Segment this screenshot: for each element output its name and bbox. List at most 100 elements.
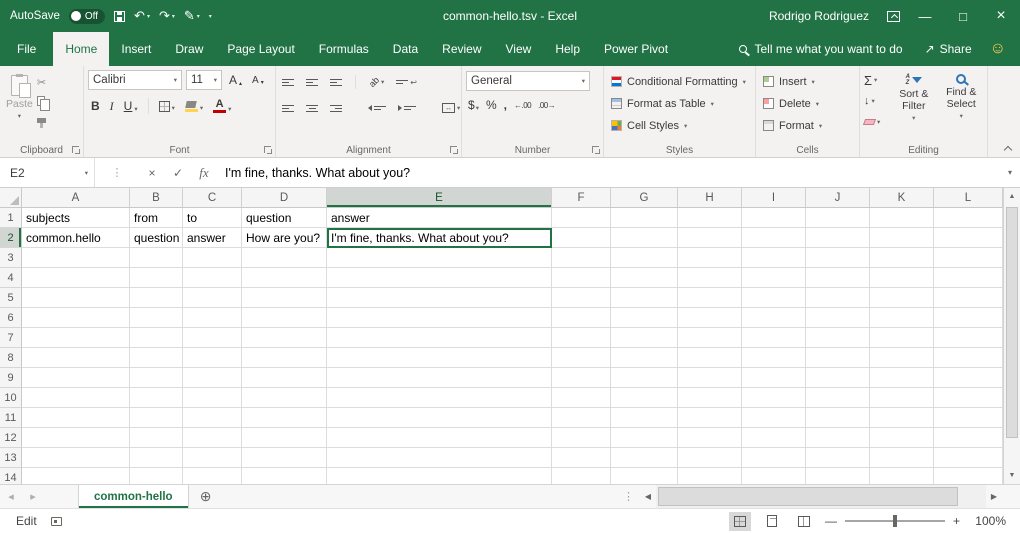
middle-align-button[interactable]: [304, 79, 320, 86]
row-header-8[interactable]: 8: [0, 348, 22, 368]
cell-K7[interactable]: [870, 328, 934, 348]
cell-F2[interactable]: [552, 228, 611, 248]
cell-H1[interactable]: [678, 208, 742, 228]
cell-A8[interactable]: [22, 348, 130, 368]
row-header-6[interactable]: 6: [0, 308, 22, 328]
cell-F14[interactable]: [552, 468, 611, 484]
align-right-button[interactable]: [328, 105, 344, 112]
cell-K2[interactable]: [870, 228, 934, 248]
accounting-format-button[interactable]: $▾: [468, 98, 479, 112]
underline-button[interactable]: U▾: [121, 98, 141, 114]
top-align-button[interactable]: [280, 79, 296, 86]
align-left-button[interactable]: [280, 105, 296, 112]
cell-J13[interactable]: [806, 448, 870, 468]
cell-H13[interactable]: [678, 448, 742, 468]
cell-G6[interactable]: [611, 308, 678, 328]
fill-button[interactable]: ↓▾: [864, 93, 888, 109]
cell-B11[interactable]: [130, 408, 183, 428]
zoom-slider-thumb[interactable]: [893, 515, 897, 527]
cell-I11[interactable]: [742, 408, 806, 428]
cell-J7[interactable]: [806, 328, 870, 348]
cell-G11[interactable]: [611, 408, 678, 428]
row-header-12[interactable]: 12: [0, 428, 22, 448]
font-color-button[interactable]: A ▾: [210, 98, 234, 114]
inking-button[interactable]: ✎ ▾: [184, 8, 200, 24]
scroll-left-button[interactable]: ◀: [640, 492, 656, 501]
decrease-indent-button[interactable]: [366, 105, 388, 111]
cell-E6[interactable]: [327, 308, 552, 328]
cell-I2[interactable]: [742, 228, 806, 248]
normal-view-button[interactable]: [729, 512, 751, 531]
select-all-button[interactable]: [0, 188, 22, 208]
tab-page-layout[interactable]: Page Layout: [215, 32, 306, 66]
cell-J4[interactable]: [806, 268, 870, 288]
close-button[interactable]: ×: [982, 0, 1020, 32]
tab-home[interactable]: Home: [53, 32, 109, 66]
bold-button[interactable]: B: [88, 98, 103, 114]
increase-decimal-button[interactable]: ←.00: [514, 101, 531, 110]
cell-F4[interactable]: [552, 268, 611, 288]
cell-D11[interactable]: [242, 408, 327, 428]
cell-I12[interactable]: [742, 428, 806, 448]
cell-C8[interactable]: [183, 348, 242, 368]
cell-K13[interactable]: [870, 448, 934, 468]
collapse-ribbon-button[interactable]: [1004, 144, 1012, 152]
cell-E3[interactable]: [327, 248, 552, 268]
cell-E9[interactable]: [327, 368, 552, 388]
tab-formulas[interactable]: Formulas: [307, 32, 381, 66]
vertical-scroll-thumb[interactable]: [1006, 207, 1018, 438]
cell-F6[interactable]: [552, 308, 611, 328]
cell-K1[interactable]: [870, 208, 934, 228]
cell-G8[interactable]: [611, 348, 678, 368]
sheet-tab-common-hello[interactable]: common-hello: [78, 485, 189, 508]
cell-F8[interactable]: [552, 348, 611, 368]
record-macro-icon[interactable]: [51, 517, 62, 526]
cell-D10[interactable]: [242, 388, 327, 408]
cell-A11[interactable]: [22, 408, 130, 428]
cell-L9[interactable]: [934, 368, 1003, 388]
cell-K11[interactable]: [870, 408, 934, 428]
cell-A7[interactable]: [22, 328, 130, 348]
column-header-C[interactable]: C: [183, 188, 242, 208]
undo-button[interactable]: ↶ ▾: [134, 8, 150, 24]
cell-F11[interactable]: [552, 408, 611, 428]
cell-D2[interactable]: How are you?: [242, 228, 327, 248]
cell-J9[interactable]: [806, 368, 870, 388]
column-header-K[interactable]: K: [870, 188, 934, 208]
zoom-slider[interactable]: [845, 515, 945, 527]
tab-splitter-handle[interactable]: ⋮: [617, 490, 640, 503]
scroll-down-button[interactable]: ▼: [1004, 467, 1020, 484]
cell-K5[interactable]: [870, 288, 934, 308]
cell-E8[interactable]: [327, 348, 552, 368]
redo-button[interactable]: ↷ ▾: [159, 8, 175, 24]
cell-A3[interactable]: [22, 248, 130, 268]
cell-C9[interactable]: [183, 368, 242, 388]
cell-K6[interactable]: [870, 308, 934, 328]
cell-I14[interactable]: [742, 468, 806, 484]
decrease-decimal-button[interactable]: .00→: [538, 101, 555, 110]
column-header-G[interactable]: G: [611, 188, 678, 208]
cell-F7[interactable]: [552, 328, 611, 348]
cell-D13[interactable]: [242, 448, 327, 468]
cell-J2[interactable]: [806, 228, 870, 248]
row-header-10[interactable]: 10: [0, 388, 22, 408]
autosave-toggle[interactable]: Off: [69, 9, 105, 24]
cell-H6[interactable]: [678, 308, 742, 328]
cell-J1[interactable]: [806, 208, 870, 228]
cell-H3[interactable]: [678, 248, 742, 268]
column-header-E[interactable]: E: [327, 188, 552, 208]
cell-E2[interactable]: I'm fine, thanks. What about you?: [327, 228, 552, 248]
cell-I5[interactable]: [742, 288, 806, 308]
bottom-align-button[interactable]: [328, 79, 344, 86]
cell-E13[interactable]: [327, 448, 552, 468]
cell-L7[interactable]: [934, 328, 1003, 348]
expand-formula-bar-button[interactable]: ▾: [1000, 158, 1020, 187]
number-dialog-launcher[interactable]: [592, 146, 600, 154]
previous-sheet-button[interactable]: ◂: [0, 485, 22, 508]
cell-C10[interactable]: [183, 388, 242, 408]
cell-B8[interactable]: [130, 348, 183, 368]
tab-data[interactable]: Data: [381, 32, 430, 66]
cell-C5[interactable]: [183, 288, 242, 308]
cell-B13[interactable]: [130, 448, 183, 468]
cell-L14[interactable]: [934, 468, 1003, 484]
